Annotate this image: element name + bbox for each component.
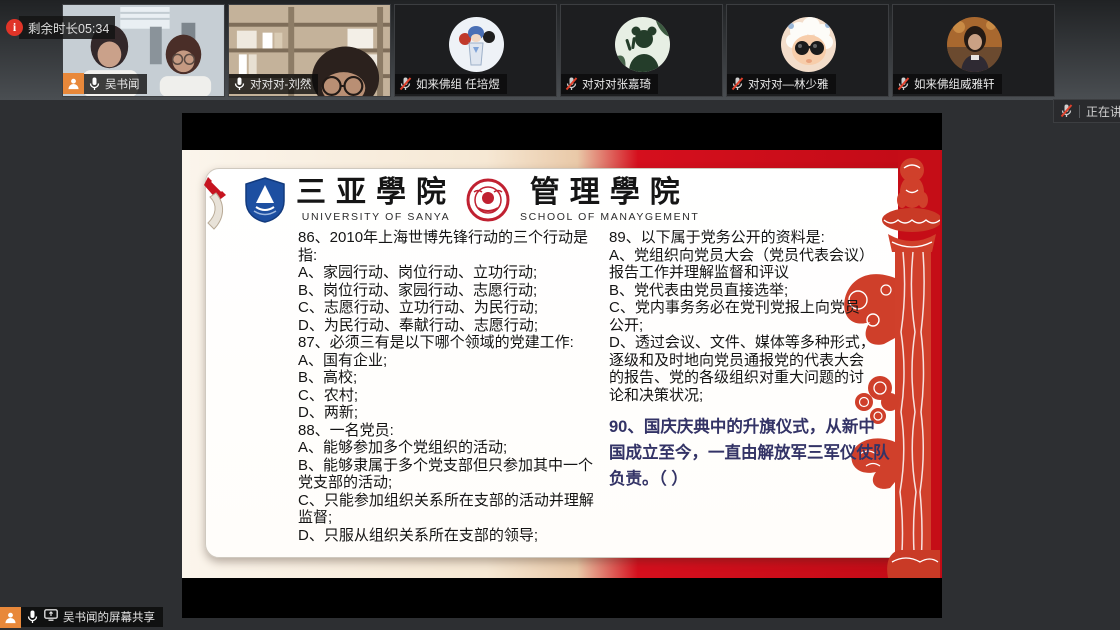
participant-name: 对对对—林少雅: [748, 76, 829, 92]
school-of-management-logo: [466, 178, 510, 222]
question-line: B、能够隶属于多个党支部但只参加其中一个: [298, 457, 610, 475]
question-line: B、党代表由党员直接选举;: [609, 282, 889, 300]
participant-name-bar: 如来佛组 任培煜: [395, 74, 507, 94]
question-line: B、高校;: [298, 369, 610, 387]
participant-name-bar: 对对对张嘉琦: [561, 74, 658, 94]
question-line: A、家园行动、岗位行动、立功行动;: [298, 264, 610, 282]
silhouette-avatar: [615, 17, 670, 72]
question-line: D、透过会议、文件、媒体等多种形式，: [609, 334, 889, 352]
question-line: 的报告、党的各级组织对重大问题的讨: [609, 369, 889, 387]
mic-icon: [26, 610, 39, 624]
participant-tile-liuran[interactable]: 对对对-刘然: [228, 4, 391, 97]
cartoon-sheep-avatar: [781, 17, 836, 72]
university-title-cn: 三亚學院: [296, 178, 456, 208]
mic-muted-icon: [399, 77, 412, 91]
participant-name: 吴书闻: [105, 76, 140, 92]
participant-name-bar: 吴书闻: [84, 74, 147, 94]
mic-icon: [233, 77, 246, 91]
question-line: D、只服从组织关系所在支部的领导;: [298, 527, 610, 545]
school-title-en: SCHOOL OF MANAYGEMENT: [520, 212, 699, 223]
participant-name: 对对对-刘然: [250, 76, 311, 92]
question-line: 89、以下属于党务公开的资料是:: [609, 229, 889, 247]
question-line: A、党组织向党员大会（党员代表会议）: [609, 247, 889, 265]
screen-share-pill[interactable]: 吴书闻的屏幕共享: [0, 606, 163, 628]
slide-card: 三亚學院 UNIVERSITY OF SANYA 管理學院 SCHOOL OF …: [205, 168, 920, 558]
question-column-right: 89、以下属于党务公开的资料是: A、党组织向党员大会（党员代表会议） 报告工作…: [609, 229, 889, 404]
question-line: C、党内事务务必在党刊党报上向党员: [609, 299, 889, 317]
participant-strip: 吴书闻: [0, 0, 1120, 100]
mic-muted-icon: [565, 77, 578, 91]
participant-tile-zhangjiaqi[interactable]: 对对对张嘉琦: [560, 4, 723, 97]
question-line: 90、国庆庆典中的升旗仪式，从新中: [609, 414, 889, 440]
speaking-label: 正在讲话: [1086, 103, 1120, 120]
participant-tile-weiyaxuan[interactable]: 如来佛组威雅轩: [892, 4, 1055, 97]
share-pill-body: 吴书闻的屏幕共享: [21, 607, 163, 627]
participant-name: 如来佛组 任培煜: [416, 76, 500, 92]
remaining-time-label: 剩余时长05:34: [19, 16, 115, 39]
mic-muted-icon: [731, 77, 744, 91]
question-line: 党支部的活动;: [298, 474, 610, 492]
info-icon: i: [6, 19, 23, 36]
participant-tile-linshaoya[interactable]: 对对对—林少雅: [726, 4, 889, 97]
question-line: 监督;: [298, 509, 610, 527]
participant-name-bar: 对对对-刘然: [229, 74, 318, 94]
question-line: C、志愿行动、立功行动、为民行动;: [298, 299, 610, 317]
question-line: 逐级和及时地向党员通报党的代表大会: [609, 352, 889, 370]
question-line: C、只能参加组织关系所在支部的活动并理解: [298, 492, 610, 510]
question-line: 公开;: [609, 317, 889, 335]
screen-share-icon: [44, 608, 58, 626]
question-line: 论和决策状况;: [609, 387, 889, 405]
participant-tile-renpeiyu[interactable]: 如来佛组 任培煜: [394, 4, 557, 97]
meeting-window: 吴书闻: [0, 0, 1120, 630]
remaining-time-badge: i 剩余时长05:34: [6, 16, 115, 39]
participant-name-bar: 对对对—林少雅: [727, 74, 836, 94]
slide: 三亚學院 UNIVERSITY OF SANYA 管理學院 SCHOOL OF …: [182, 150, 942, 578]
slide-header: 三亚學院 UNIVERSITY OF SANYA 管理學院 SCHOOL OF …: [244, 177, 699, 223]
participant-name-bar: 如来佛组威雅轩: [893, 74, 1002, 94]
mic-muted-icon: [897, 77, 910, 91]
university-title: 三亚學院 UNIVERSITY OF SANYA: [296, 178, 456, 223]
university-of-sanya-logo: [244, 177, 286, 223]
girl-photo-avatar: [947, 17, 1002, 72]
question-line: 88、一名党员:: [298, 422, 610, 440]
speaking-indicator: 正在讲话: [1053, 99, 1120, 123]
question-line: 指:: [298, 247, 610, 265]
question-line: 国成立至今，一直由解放军三军仪仗队: [609, 440, 889, 466]
mic-muted-icon: [1060, 104, 1073, 118]
question-line: D、两新;: [298, 404, 610, 422]
question-line: 负责。（ ）: [609, 466, 889, 492]
question-column-left: 86、2010年上海世博先锋行动的三个行动是 指: A、家园行动、岗位行动、立功…: [298, 229, 610, 544]
school-title: 管理學院 SCHOOL OF MANAYGEMENT: [520, 178, 699, 223]
divider: [1079, 105, 1080, 118]
participant-name: 如来佛组威雅轩: [914, 76, 995, 92]
question-line: 86、2010年上海世博先锋行动的三个行动是: [298, 229, 610, 247]
question-90: 90、国庆庆典中的升旗仪式，从新中 国成立至今，一直由解放军三军仪仗队 负责。（…: [609, 414, 889, 492]
participant-name: 对对对张嘉琦: [582, 76, 651, 92]
shared-screen: 三亚學院 UNIVERSITY OF SANYA 管理學院 SCHOOL OF …: [182, 113, 942, 618]
participant-tiles: 吴书闻: [62, 4, 1055, 97]
university-title-en: UNIVERSITY OF SANYA: [302, 212, 450, 223]
person-badge-icon: [0, 607, 21, 628]
question-line: 87、必须三有是以下哪个领域的党建工作:: [298, 334, 610, 352]
mic-icon: [88, 77, 101, 91]
share-pill-label: 吴书闻的屏幕共享: [63, 609, 155, 625]
anime-avatar: [449, 17, 504, 72]
question-line: D、为民行动、奉献行动、志愿行动;: [298, 317, 610, 335]
question-line: A、能够参加多个党组织的活动;: [298, 439, 610, 457]
question-line: A、国有企业;: [298, 352, 610, 370]
ribbon-decoration-icon: [202, 175, 232, 231]
question-line: 报告工作并理解监督和评议: [609, 264, 889, 282]
question-line: B、岗位行动、家园行动、志愿行动;: [298, 282, 610, 300]
person-badge-icon: [63, 73, 84, 94]
question-line: C、农村;: [298, 387, 610, 405]
school-title-cn: 管理學院: [530, 178, 690, 208]
